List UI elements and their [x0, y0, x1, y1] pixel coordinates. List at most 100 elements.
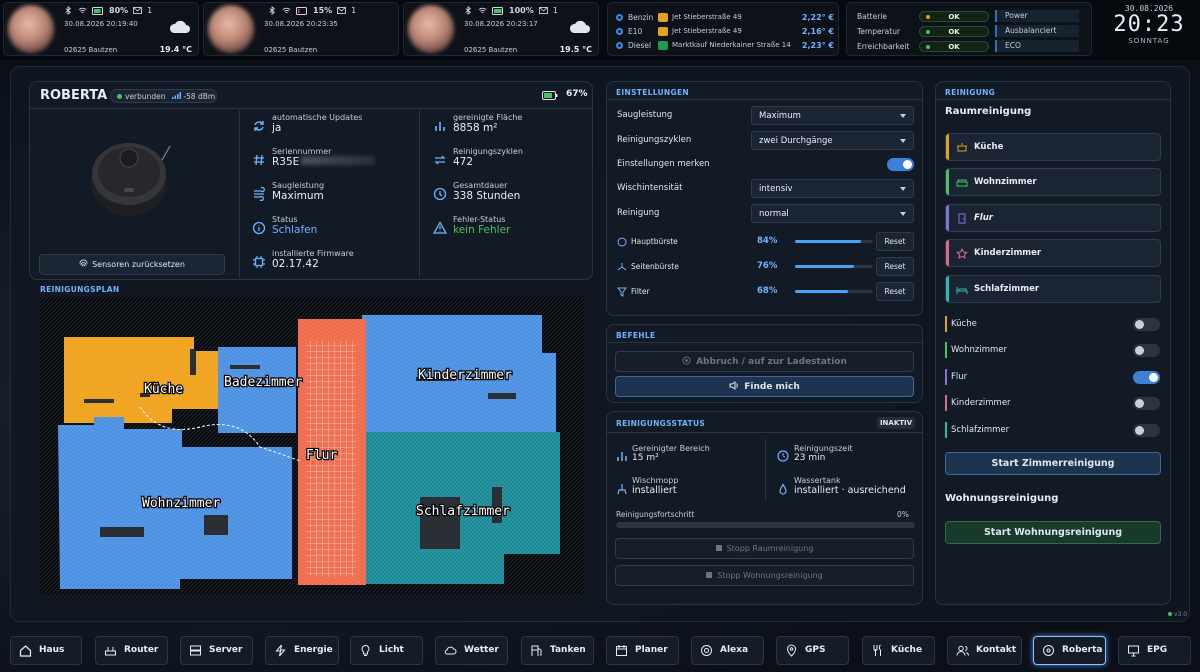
cleaning-status-card: REINIGUNGSSTATUS INAKTIV Gereinigter Ber… [606, 411, 923, 605]
mail-count: 1 [351, 6, 357, 15]
side-brush-icon [617, 263, 627, 271]
reset-sensors-button[interactable]: Sensoren zurücksetzen [39, 254, 225, 275]
map-label-kueche: Küche [144, 382, 183, 397]
divider [239, 110, 240, 278]
sofa-icon [956, 179, 968, 187]
room-button-flur[interactable]: Flur [945, 204, 1161, 232]
room-button-kueche[interactable]: Küche [945, 133, 1161, 161]
main-brush-bar [795, 240, 873, 243]
user-location: 02625 Bautzen [64, 46, 118, 54]
nav-kueche[interactable]: Küche [862, 636, 935, 665]
star-icon [956, 248, 968, 259]
side-brush-percent: 76% [757, 261, 778, 271]
pot-icon [957, 143, 967, 152]
nav-planer[interactable]: Planer [606, 636, 679, 665]
clock-day: SONNTAG [1128, 37, 1170, 45]
nav-gps[interactable]: GPS [776, 636, 849, 665]
fuel-row: E10 Jet Stieberstraße 49 2,16° € [616, 24, 834, 38]
settings-title: EINSTELLUNGEN [616, 88, 689, 97]
avatar [408, 5, 454, 53]
map-label-schlaf: Schlafzimmer [416, 504, 510, 519]
divider [936, 99, 1170, 100]
field-cycles: Reinigungszyklen 472 [453, 147, 523, 168]
room-toggle-kinderzimmer[interactable] [1133, 397, 1160, 410]
consumable-label: Filter [631, 287, 650, 296]
room-toggle-flur[interactable] [1133, 371, 1160, 384]
fuel-row: Diesel Marktkauf Niederkainer Straße 14 … [616, 38, 834, 52]
cleaning-map[interactable]: Küche Badezimmer Flur Kinderzimmer Wohnz… [40, 297, 584, 595]
chip-icon [253, 256, 265, 268]
room-toggle-kueche[interactable] [1133, 318, 1160, 331]
wifi-icon [478, 7, 487, 14]
user-status-icons: 15% 1 [268, 6, 356, 15]
user-card-3[interactable]: 100% 1 30.08.2026 20:23:17 02625 Bautzen… [403, 2, 599, 56]
cycles-select[interactable]: zwei Durchgänge [751, 131, 914, 150]
mail-count: 1 [147, 6, 153, 15]
start-room-cleaning-button[interactable]: Start Zimmerreinigung [945, 452, 1161, 475]
user-card-1[interactable]: 80% 1 30.08.2026 20:19:40 02625 Bautzen … [3, 2, 199, 56]
fan-icon [254, 187, 265, 201]
nav-kontakt[interactable]: Kontakt [947, 636, 1022, 665]
divider [419, 110, 420, 278]
power-mode-power[interactable]: Power [995, 10, 1079, 22]
remember-settings-toggle[interactable] [887, 158, 914, 171]
map-label-flur: Flur [306, 448, 337, 463]
reset-main-brush-button[interactable]: Reset [876, 232, 914, 251]
cleaned-area-stat: Gereinigter Bereich 15 m² [632, 444, 710, 463]
status-badge: OK [919, 11, 989, 22]
cloud-icon [169, 20, 190, 33]
field-status: Status Schlafen [272, 215, 318, 236]
room-button-schlafzimmer[interactable]: Schlafzimmer [945, 275, 1161, 303]
user-card-2[interactable]: 15% 1 30.08.2026 20:23:35 02625 Bautzen [203, 2, 399, 56]
start-flat-cleaning-button[interactable]: Start Wohnungsreinigung [945, 521, 1161, 544]
robot-battery: 67% [566, 89, 588, 99]
nav-licht[interactable]: Licht [350, 636, 423, 665]
nav-router[interactable]: Router [95, 636, 168, 665]
field-auto-updates: automatische Updates ja [272, 113, 363, 134]
nav-roberta[interactable]: Roberta [1033, 636, 1106, 665]
clock: 30.08.2026 20:23 SONNTAG [1098, 0, 1200, 58]
nav-wetter[interactable]: Wetter [435, 636, 508, 665]
stop-circle-icon [682, 356, 691, 365]
serial-redaction [301, 156, 376, 165]
warning-icon [433, 221, 447, 234]
battery-icon [92, 6, 103, 15]
stop-room-cleaning-button[interactable]: Stopp Raumreinigung [615, 538, 914, 559]
nav-energie[interactable]: Energie [265, 636, 339, 665]
nav-epg[interactable]: EPG [1118, 636, 1191, 665]
divider [607, 99, 922, 100]
reset-filter-button[interactable]: Reset [876, 282, 914, 301]
locate-robot-button[interactable]: Finde mich [615, 376, 914, 397]
fuel-dot [616, 13, 623, 21]
room-button-kinderzimmer[interactable]: Kinderzimmer [945, 239, 1161, 267]
nav-server[interactable]: Server [180, 636, 253, 665]
flat-heading: Wohnungsreinigung [945, 493, 1059, 504]
commands-card: BEFEHLE Abbruch / auf zur Ladestation Fi… [606, 324, 923, 403]
progress-bar [616, 522, 915, 528]
avatar [8, 5, 54, 53]
bulb-icon [361, 644, 370, 656]
suction-select[interactable]: Maximum [751, 106, 914, 125]
fuel-prices-card[interactable]: Benzin Jet Stieberstraße 49 2,22° € E10 … [607, 2, 839, 56]
abort-dock-button[interactable]: Abbruch / auf zur Ladestation [615, 351, 914, 372]
consumable-label: Hauptbürste [631, 237, 678, 246]
battery-icon [492, 6, 503, 15]
clock-icon [433, 187, 447, 201]
pin-icon [786, 644, 797, 657]
stop-flat-cleaning-button[interactable]: Stopp Wohnungsreinigung [615, 565, 914, 586]
clean-mode-select[interactable]: normal [751, 204, 914, 223]
bar-chart-icon [435, 122, 445, 131]
nav-haus[interactable]: Haus [10, 636, 82, 665]
mail-icon [538, 7, 548, 14]
nav-tanken[interactable]: Tanken [521, 636, 594, 665]
room-toggle-schlafzimmer[interactable] [1133, 424, 1160, 437]
room-button-wohnzimmer[interactable]: Wohnzimmer [945, 168, 1161, 196]
power-mode-balanced[interactable]: Ausbalanciert [995, 25, 1079, 37]
wifi-icon [78, 7, 87, 14]
version-label: v3.0 [1168, 611, 1187, 618]
nav-alexa[interactable]: Alexa [691, 636, 764, 665]
power-mode-eco[interactable]: ECO [995, 40, 1079, 52]
reset-side-brush-button[interactable]: Reset [876, 257, 914, 276]
wipe-intensity-select[interactable]: intensiv [751, 179, 914, 198]
room-toggle-wohnzimmer[interactable] [1133, 344, 1160, 357]
